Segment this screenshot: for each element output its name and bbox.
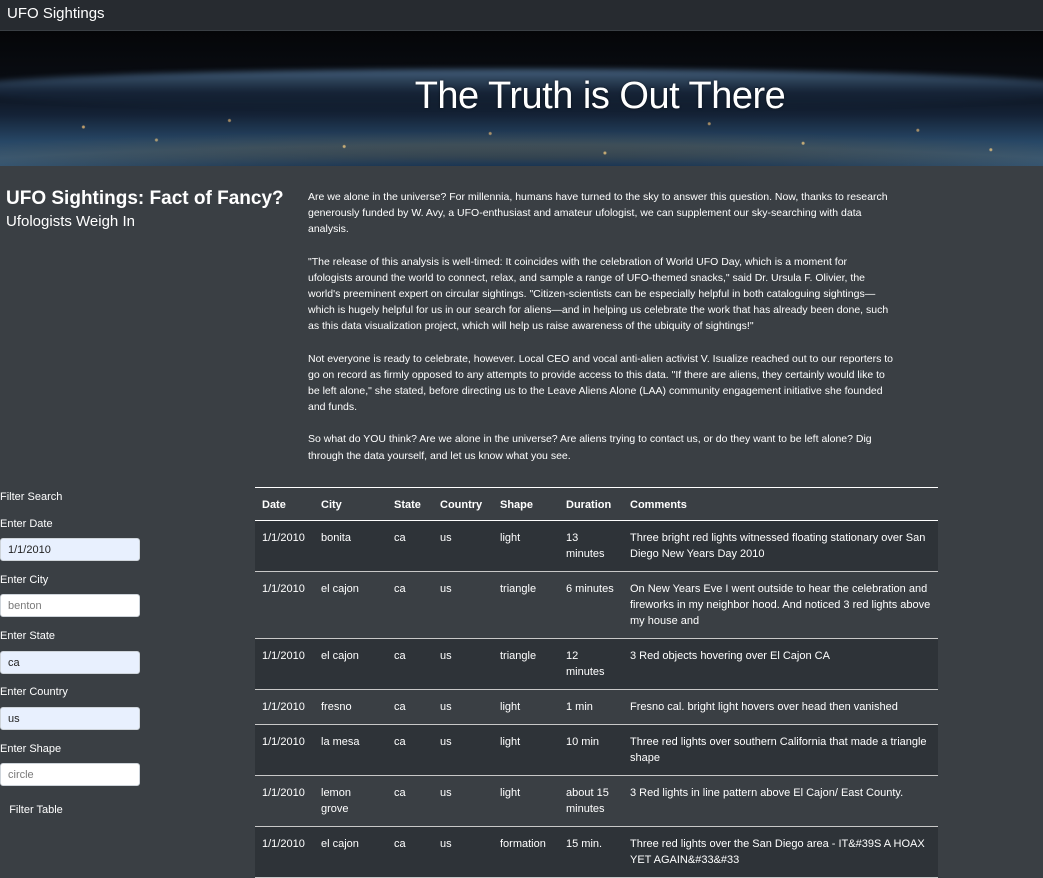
cell-city: el cajon [314,638,387,690]
filter-table-button[interactable]: Filter Table [0,800,72,820]
navbar-brand-link[interactable]: UFO Sightings [7,5,105,22]
table-row: 1/1/2010 el cajon ca us formation 15 min… [255,826,938,878]
cell-shape: light [493,724,559,776]
hero-banner: The Truth is Out There [0,31,1043,166]
country-input[interactable] [0,707,140,730]
column-header-comments: Comments [623,487,938,521]
cell-city: fresno [314,689,387,725]
cell-duration: 1 min [559,689,623,725]
cell-state: ca [387,520,433,572]
table-row: 1/1/2010 el cajon ca us triangle 6 minut… [255,571,938,639]
ufo-table: Date City State Country Shape Duration C… [255,487,938,878]
cell-date: 1/1/2010 [255,520,314,572]
cell-shape: light [493,775,559,827]
cell-shape: triangle [493,638,559,690]
shape-input[interactable] [0,763,140,786]
table-row: 1/1/2010 bonita ca us light 13 minutes T… [255,520,938,572]
filter-search-title: Filter Search [0,491,63,503]
cell-state: ca [387,775,433,827]
state-label: Enter State [0,630,56,642]
sidebar-heading: UFO Sightings: Fact of Fancy? [6,188,284,209]
cell-country: us [433,826,493,878]
cell-state: ca [387,826,433,878]
table-header-row: Date City State Country Shape Duration C… [255,487,938,521]
cell-date: 1/1/2010 [255,638,314,690]
cell-state: ca [387,689,433,725]
cell-city: el cajon [314,571,387,639]
cell-state: ca [387,724,433,776]
table-row: 1/1/2010 lemon grove ca us light about 1… [255,775,938,827]
article-paragraph: "The release of this analysis is well-ti… [308,255,889,333]
cell-country: us [433,724,493,776]
hero-title: The Truth is Out There [414,75,786,117]
cell-date: 1/1/2010 [255,724,314,776]
article-paragraph: So what do YOU think? Are we alone in th… [308,433,872,462]
cell-state: ca [387,571,433,639]
cell-comments: Three bright red lights witnessed floati… [623,520,938,572]
cell-comments: 3 Red lights in line pattern above El Ca… [623,775,938,827]
state-input[interactable] [0,651,140,674]
cell-city: el cajon [314,826,387,878]
cell-duration: 12 minutes [559,638,623,690]
cell-comments: Three red lights over southern Californi… [623,724,938,776]
date-input[interactable] [0,538,140,561]
cell-date: 1/1/2010 [255,689,314,725]
cell-city: lemon grove [314,775,387,827]
cell-date: 1/1/2010 [255,826,314,878]
cell-date: 1/1/2010 [255,571,314,639]
cell-duration: 6 minutes [559,571,623,639]
table-row: 1/1/2010 fresno ca us light 1 min Fresno… [255,689,938,725]
cell-shape: triangle [493,571,559,639]
article-paragraph: Are we alone in the universe? For millen… [308,191,888,236]
cell-duration: about 15 minutes [559,775,623,827]
cell-shape: light [493,520,559,572]
cell-city: bonita [314,520,387,572]
sidebar-subheading: Ufologists Weigh In [6,213,135,230]
article-paragraph: Not everyone is ready to celebrate, howe… [308,352,894,414]
table-row: 1/1/2010 el cajon ca us triangle 12 minu… [255,638,938,690]
column-header-country: Country [433,487,493,521]
cell-country: us [433,638,493,690]
cell-country: us [433,571,493,639]
column-header-shape: Shape [493,487,559,521]
cell-state: ca [387,638,433,690]
column-header-date: Date [255,487,314,521]
country-label: Enter Country [0,686,68,698]
cell-country: us [433,520,493,572]
cell-shape: light [493,689,559,725]
cell-comments: On New Years Eve I went outside to hear … [623,571,938,639]
column-header-state: State [387,487,433,521]
city-input[interactable] [0,594,140,617]
date-label: Enter Date [0,518,53,530]
column-header-duration: Duration [559,487,623,521]
cell-comments: Fresno cal. bright light hovers over hea… [623,689,938,725]
shape-label: Enter Shape [0,743,62,755]
cell-duration: 10 min [559,724,623,776]
cell-comments: Three red lights over the San Diego area… [623,826,938,878]
cell-shape: formation [493,826,559,878]
city-label: Enter City [0,574,49,586]
cell-comments: 3 Red objects hovering over El Cajon CA [623,638,938,690]
cell-country: us [433,689,493,725]
article-body: Are we alone in the universe? For millen… [308,189,893,480]
cell-duration: 13 minutes [559,520,623,572]
cell-date: 1/1/2010 [255,775,314,827]
cell-duration: 15 min. [559,826,623,878]
table-row: 1/1/2010 la mesa ca us light 10 min Thre… [255,724,938,776]
cell-country: us [433,775,493,827]
column-header-city: City [314,487,387,521]
navbar: UFO Sightings [0,0,1043,30]
cell-city: la mesa [314,724,387,776]
